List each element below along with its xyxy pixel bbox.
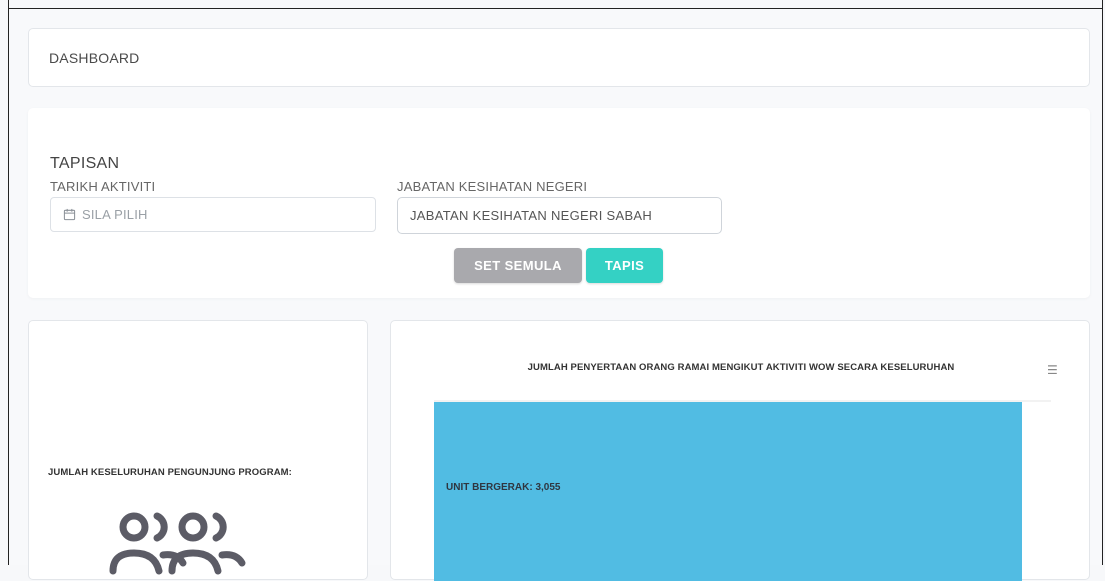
dashboard-title-card: DASHBOARD [28,28,1090,87]
date-field-label: TARIKH AKTIVITI [50,179,156,194]
participation-chart-card: JUMLAH PENYERTAAN ORANG RAMAI MENGIKUT A… [390,320,1090,581]
total-visitors-label: JUMLAH KESELURUHAN PENGUNJUNG PROGRAM: [48,467,292,478]
date-placeholder: SILA PILIH [82,207,148,222]
filter-heading: TAPISAN [50,155,120,172]
people-group-icon [109,512,246,575]
page-title: DASHBOARD [49,50,140,66]
window-border-right [1102,0,1103,565]
filter-card: TAPISAN TARIKH AKTIVITI JABATAN KESIHATA… [28,108,1090,298]
calendar-icon [63,208,76,221]
jkn-select[interactable]: JABATAN KESIHATAN NEGERI SABAH [397,197,722,234]
apply-filter-button[interactable]: TAPIS [586,248,663,283]
jkn-field-label: JABATAN KESIHATAN NEGERI [397,179,588,194]
bar-data-label: UNIT BERGERAK: 3,055 [446,482,561,493]
jkn-selected-value: JABATAN KESIHATAN NEGERI SABAH [410,208,653,223]
reset-button[interactable]: SET SEMULA [454,248,582,283]
chart-plot: UNIT BERGERAK: 3,055 [434,400,1051,581]
activity-date-picker[interactable]: SILA PILIH [50,197,376,232]
total-visitors-card: JUMLAH KESELURUHAN PENGUNJUNG PROGRAM: [28,320,368,580]
